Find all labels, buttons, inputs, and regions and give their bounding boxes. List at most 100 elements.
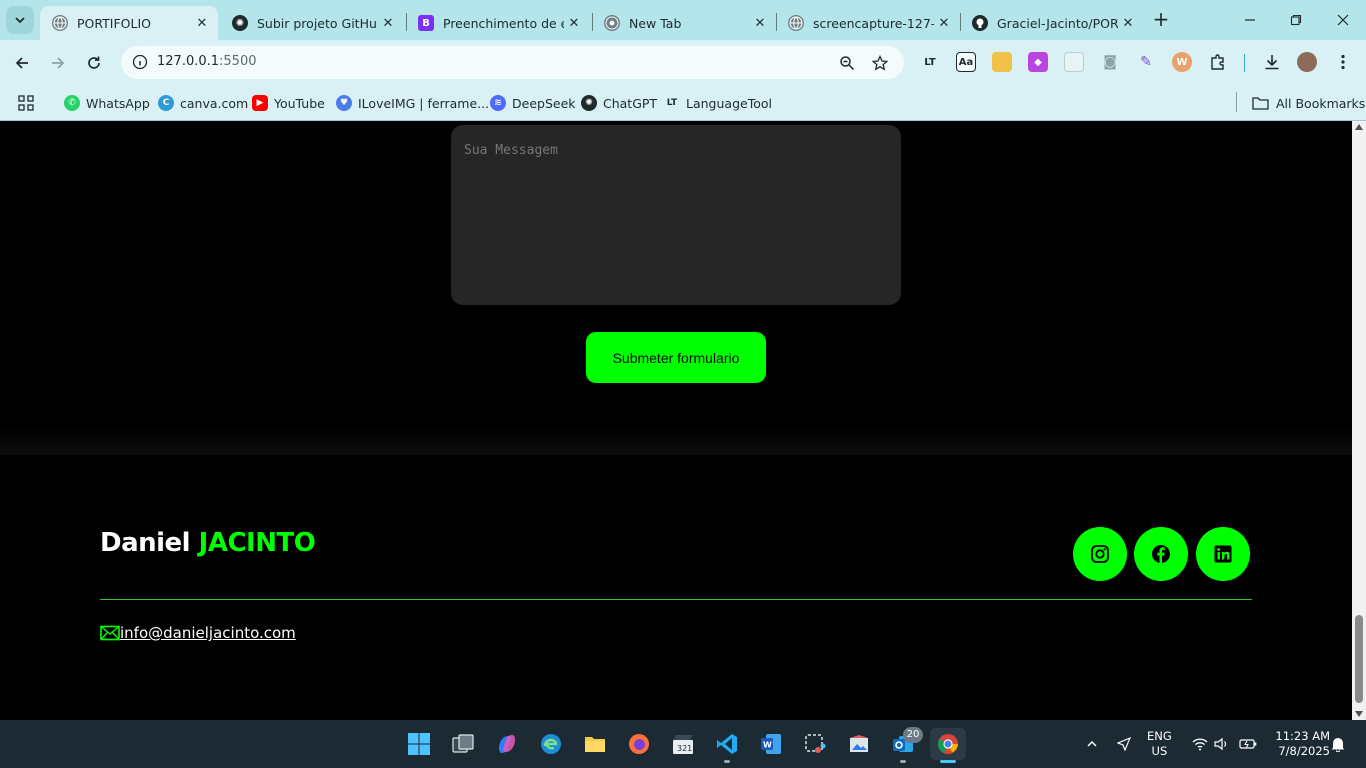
reader-extension-icon[interactable]: Aa [956, 52, 976, 72]
apps-grid-icon[interactable] [18, 92, 34, 114]
restore-button[interactable] [1284, 8, 1308, 32]
chrome-app[interactable] [930, 728, 966, 760]
photos-app[interactable] [843, 728, 875, 760]
footer-brand[interactable]: Daniel JACINTO [100, 528, 316, 558]
purple-extension-icon[interactable]: ◆ [1028, 52, 1048, 72]
bookmark-deepseek[interactable]: ≋ DeepSeek [490, 92, 576, 114]
location-button[interactable] [1114, 720, 1134, 768]
language-code: ENG [1147, 729, 1172, 743]
system-clock[interactable]: 11:23 AM 7/8/2025 [1264, 729, 1330, 759]
kebab-menu-icon[interactable] [1333, 52, 1353, 72]
bookmark-canva[interactable]: C canva.com [158, 92, 248, 114]
tab-title: Preenchimento de en [443, 15, 564, 31]
instagram-button[interactable] [1073, 527, 1127, 581]
tab-preenchimento[interactable]: B Preenchimento de en ✕ [406, 6, 590, 40]
minimize-button[interactable] [1238, 8, 1262, 32]
profile-avatar-icon[interactable] [1297, 52, 1317, 72]
tab-screencapture[interactable]: screencapture-127-0 ✕ [776, 6, 960, 40]
clipchamp-app[interactable]: 321 [667, 728, 699, 760]
tab-github[interactable]: Graciel-Jacinto/PORT ✕ [960, 6, 1144, 40]
facebook-button[interactable] [1134, 527, 1188, 581]
word-app[interactable]: W [755, 728, 787, 760]
close-icon[interactable]: ✕ [750, 13, 770, 33]
vscode-app[interactable] [711, 728, 743, 760]
battery-button[interactable] [1237, 720, 1259, 768]
zoom-icon[interactable] [836, 52, 858, 74]
wordpress-extension-icon[interactable]: W [1172, 52, 1192, 72]
svg-text:W: W [763, 741, 772, 750]
svg-text:321: 321 [677, 744, 692, 753]
new-tab-button[interactable]: + [1150, 9, 1172, 31]
bookmark-iloveimg[interactable]: ♥ ILoveIMG | ferrame... [336, 92, 489, 114]
page-scrollbar[interactable] [1352, 121, 1366, 720]
firefox-app[interactable] [623, 728, 655, 760]
submit-form-button[interactable]: Submeter formulario [586, 332, 766, 383]
bookmark-chatgpt[interactable]: ✺ ChatGPT [581, 92, 657, 114]
scroll-down-icon[interactable] [1355, 711, 1363, 717]
all-bookmarks-label: All Bookmarks [1276, 95, 1366, 111]
edge-app[interactable] [535, 728, 567, 760]
footer-divider [100, 599, 1252, 600]
bookmark-star-icon[interactable] [869, 52, 891, 74]
linkedin-button[interactable] [1196, 527, 1250, 581]
blank-extension-icon[interactable] [1064, 52, 1084, 72]
tab-subir-projeto[interactable]: ✺ Subir projeto GitHub ✕ [220, 6, 404, 40]
notifications-button[interactable] [1328, 720, 1348, 768]
address-bar[interactable]: 127.0.0.1:5500 [121, 46, 904, 79]
forward-button[interactable] [45, 50, 71, 76]
keyboard-region: US [1151, 744, 1168, 758]
page-viewport: Submeter formulario Daniel JACINTO info@… [0, 121, 1352, 720]
camera-extension-icon[interactable]: ◙ [1100, 52, 1120, 72]
close-icon[interactable]: ✕ [564, 13, 584, 33]
email-link[interactable]: info@danieljacinto.com [120, 624, 296, 642]
tab-portifolio[interactable]: PORTIFOLIO ✕ [40, 6, 218, 40]
scroll-up-icon[interactable] [1355, 124, 1363, 130]
bookmark-youtube[interactable]: ▶ YouTube [252, 92, 325, 114]
facebook-icon [1152, 545, 1170, 563]
vscode-icon [717, 734, 737, 754]
copilot-app[interactable] [491, 728, 523, 760]
show-hidden-icons-button[interactable] [1082, 720, 1102, 768]
openai-icon: ✺ [581, 95, 597, 111]
tab-new-tab[interactable]: New Tab ✕ [592, 6, 776, 40]
chrome-icon [938, 734, 958, 754]
running-indicator [724, 760, 730, 763]
reload-button[interactable] [81, 50, 107, 76]
all-bookmarks[interactable]: All Bookmarks [1252, 92, 1365, 114]
start-button[interactable] [403, 728, 435, 760]
download-icon[interactable] [1262, 52, 1282, 72]
task-view-button[interactable] [447, 728, 479, 760]
extensions-puzzle-icon[interactable] [1208, 52, 1228, 72]
close-icon[interactable]: ✕ [1118, 13, 1138, 33]
url-text: 127.0.0.1:5500 [157, 54, 257, 69]
bookmark-languagetool[interactable]: LT LanguageTool [664, 92, 772, 114]
arrow-right-icon [52, 57, 65, 69]
file-explorer-app[interactable] [579, 728, 611, 760]
close-icon[interactable]: ✕ [934, 13, 954, 33]
footer: Daniel JACINTO info@danieljacinto.com [0, 455, 1352, 720]
scroll-thumb[interactable] [1355, 615, 1363, 703]
wifi-icon [1192, 738, 1208, 751]
close-icon[interactable]: ✕ [378, 13, 398, 33]
tab-title: Graciel-Jacinto/PORT [997, 15, 1118, 31]
windows-logo-icon [408, 733, 430, 755]
snipping-tool-app[interactable] [799, 728, 831, 760]
volume-button[interactable] [1212, 720, 1232, 768]
language-indicator[interactable]: ENG US [1147, 729, 1172, 759]
message-textarea[interactable] [451, 125, 901, 305]
site-info-icon[interactable] [129, 51, 151, 73]
bookmark-label: YouTube [274, 95, 325, 111]
languagetool-extension-icon[interactable]: LT [920, 52, 940, 72]
close-icon[interactable]: ✕ [192, 13, 212, 33]
wifi-button[interactable] [1190, 720, 1210, 768]
back-button[interactable] [9, 50, 35, 76]
bookmark-whatsapp[interactable]: ✆ WhatsApp [64, 92, 150, 114]
toolbar-divider [1244, 54, 1245, 72]
tab-search-button[interactable] [6, 6, 34, 34]
color-picker-extension-icon[interactable]: ✎ [1136, 52, 1156, 72]
section-divider [0, 426, 1352, 456]
close-window-button[interactable] [1331, 8, 1355, 32]
highlighter-extension-icon[interactable] [992, 52, 1012, 72]
minimize-icon [1245, 19, 1255, 21]
chrome-icon [604, 15, 620, 31]
